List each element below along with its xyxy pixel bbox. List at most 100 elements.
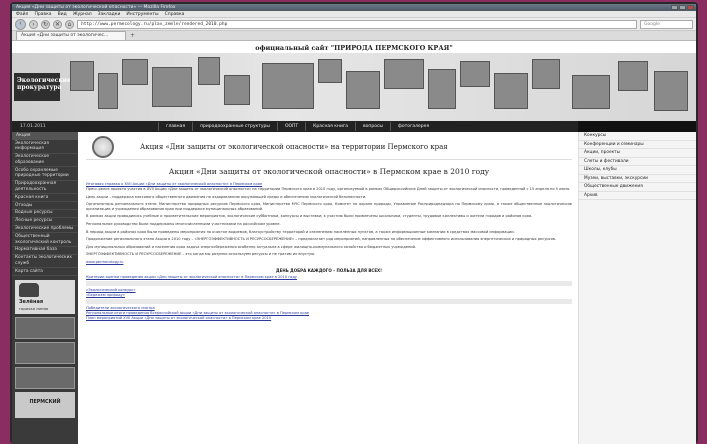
back-button[interactable]: ‹: [15, 18, 26, 30]
document-link[interactable]: План мероприятий XVII Акции «Дни защиты …: [86, 316, 572, 321]
paragraph: Для муниципальных образований и населени…: [86, 244, 417, 249]
paragraph: Региональное руководство были поддержаны…: [86, 221, 281, 226]
tab-active[interactable]: Акция «Дни защиты от экологичес...: [16, 31, 126, 40]
sidebar-item[interactable]: Контакты экологических служб: [12, 255, 78, 269]
sidebar-banner[interactable]: ПЕРМСКИЙ: [15, 392, 75, 419]
sidebar-header: Акция: [12, 132, 78, 140]
right-menu-item[interactable]: Конкурсы: [579, 132, 696, 141]
maximize-icon[interactable]: [679, 5, 686, 10]
right-menu-item[interactable]: Музеи, выставки, экскурсии: [579, 175, 696, 183]
sidebar-item[interactable]: Водные ресурсы: [12, 210, 78, 218]
banner-photo: [618, 61, 648, 91]
sidebar-item[interactable]: Красная книга: [12, 194, 78, 203]
current-date: 17.01.2011: [20, 124, 46, 129]
banner-photo: [98, 73, 118, 109]
article-title: Акция «Дни защиты от экологической опасн…: [168, 167, 490, 176]
topnav-structures[interactable]: природоохранные структуры: [192, 122, 277, 131]
paragraph: Продолжение регионального этапа Акции в …: [86, 237, 557, 242]
right-menu-item[interactable]: Общественные движения: [579, 183, 696, 192]
paragraph: В рамках акции проводились учебные и про…: [86, 214, 533, 219]
site-logo[interactable]: Экологические прокуратура: [14, 73, 71, 101]
paragraph: Цель акции – поддержка массового обществ…: [86, 194, 367, 199]
topnav-gallery[interactable]: фотогалерея: [389, 122, 436, 131]
reload-button[interactable]: ↻: [41, 19, 50, 29]
site-link[interactable]: www.permecology.ru: [86, 260, 572, 265]
menu-bar: Файл Правка Вид Журнал Закладки Инструме…: [12, 11, 696, 18]
document-link[interactable]: «Бережем природу»: [86, 293, 572, 298]
left-sidebar: Акция Экологическая информация Экологиче…: [12, 132, 78, 444]
banner-photo: [224, 75, 250, 105]
content-header: Акция «Дни защиты от экологической опасн…: [86, 134, 572, 160]
section-heading: ДЕНЬ ДОБРА КАЖДОГО – ПОЛЬЗА ДЛЯ ВСЕХ!: [276, 267, 382, 273]
banner-photo: [572, 75, 610, 109]
sidebar-item[interactable]: Отходы: [12, 202, 78, 210]
menu-edit[interactable]: Правка: [34, 11, 51, 17]
sidebar-item[interactable]: Экологическое образование: [12, 154, 78, 168]
browser-window: Акция «Дни защиты от экологической опасн…: [12, 4, 696, 444]
forward-button[interactable]: ›: [29, 19, 38, 29]
menu-view[interactable]: Вид: [58, 11, 67, 17]
emblem-icon: [92, 135, 114, 158]
web-page: официальный сайт "ПРИРОДА ПЕРМСКОГО КРАЯ…: [12, 41, 696, 444]
menu-file[interactable]: Файл: [16, 11, 28, 17]
banner-photo: [532, 59, 560, 89]
right-sidebar: Конкурсы Конференции и семинары Акции, п…: [578, 132, 696, 444]
divider: [86, 298, 572, 304]
window-controls: [671, 5, 694, 10]
site-official-title: официальный сайт "ПРИРОДА ПЕРМСКОГО КРАЯ…: [255, 44, 453, 52]
sidebar-image[interactable]: [15, 317, 75, 340]
menu-tools[interactable]: Инструменты: [126, 11, 158, 17]
topnav-red-book[interactable]: Красная книга: [305, 122, 355, 131]
phone-icon: [19, 283, 39, 298]
paragraph: В период акции в районах края были прове…: [86, 229, 515, 234]
banner-photo: [70, 61, 94, 91]
sidebar-image[interactable]: [15, 342, 75, 365]
topnav-spacer: [578, 121, 696, 132]
sidebar-item[interactable]: Экологическая информация: [12, 140, 78, 154]
tab-strip: Акция «Дни защиты от экологичес... +: [12, 31, 696, 41]
sidebar-item[interactable]: Карта сайта: [12, 268, 78, 277]
right-menu-item[interactable]: Школы, клубы: [579, 166, 696, 175]
sidebar-item[interactable]: Нормативная база: [12, 247, 78, 255]
hotline-title: Зелёная: [19, 299, 44, 306]
right-menu-item[interactable]: Слеты и фестивали: [579, 158, 696, 166]
right-menu-item[interactable]: Акции, проекты: [579, 149, 696, 158]
minimize-icon[interactable]: [671, 5, 678, 10]
search-input[interactable]: Google: [640, 19, 693, 29]
menu-history[interactable]: Журнал: [73, 11, 92, 17]
right-menu-item[interactable]: Конференции и семинары: [579, 141, 696, 149]
banner-photo: [198, 57, 220, 85]
sidebar-item[interactable]: Экологические проблемы: [12, 226, 78, 234]
topnav-oopt[interactable]: ООПТ: [276, 122, 305, 131]
hotline-banner[interactable]: Зелёная горячая линия: [15, 280, 75, 315]
document-link[interactable]: Критерии оценки проведения акции «Дни за…: [86, 275, 572, 280]
stop-button[interactable]: ✕: [53, 19, 62, 29]
topnav-home[interactable]: главная: [158, 122, 192, 131]
address-bar[interactable]: http://www.permecology.ru/plav_zemle/ren…: [77, 19, 637, 29]
close-icon[interactable]: [687, 5, 694, 10]
sidebar-item[interactable]: Общественный экологический контроль: [12, 233, 78, 247]
home-button[interactable]: ⌂: [65, 19, 74, 29]
content-header-title: Акция «Дни защиты от экологической опасн…: [140, 142, 448, 151]
sidebar-item[interactable]: Природоохранная деятельность: [12, 181, 78, 195]
banner-photo: [384, 59, 424, 89]
new-tab-button[interactable]: +: [128, 32, 137, 40]
right-menu-item[interactable]: Архив: [579, 192, 696, 200]
menu-help[interactable]: Справка: [165, 11, 185, 17]
paragraph: ЭНЕРГОЭФФЕКТИВНОСТЬ И РЕСУРСОСБЕРЕЖЕНИЕ …: [86, 252, 316, 257]
top-navigation: 17.01.2011 главная природоохранные струк…: [12, 121, 696, 132]
sidebar-image[interactable]: [15, 367, 75, 390]
topnav-questions[interactable]: вопросы: [355, 122, 390, 131]
window-titlebar: Акция «Дни защиты от экологической опасн…: [12, 4, 696, 11]
sidebar-item[interactable]: Особо охраняемые природные территории: [12, 167, 78, 181]
sidebar-item[interactable]: Лесные ресурсы: [12, 218, 78, 226]
main-content: Акция «Дни защиты от экологической опасн…: [82, 134, 576, 444]
banner-photo: [122, 59, 148, 85]
banner-photo: [346, 71, 380, 109]
menu-bookmarks[interactable]: Закладки: [98, 11, 121, 17]
right-menu: Конкурсы Конференции и семинары Акции, п…: [579, 132, 696, 200]
site-banner: Экологические прокуратура: [12, 53, 696, 121]
monitor-frame: Акция «Дни защиты от экологической опасн…: [10, 2, 698, 444]
divider: [86, 280, 572, 286]
banner-photo: [318, 59, 342, 83]
